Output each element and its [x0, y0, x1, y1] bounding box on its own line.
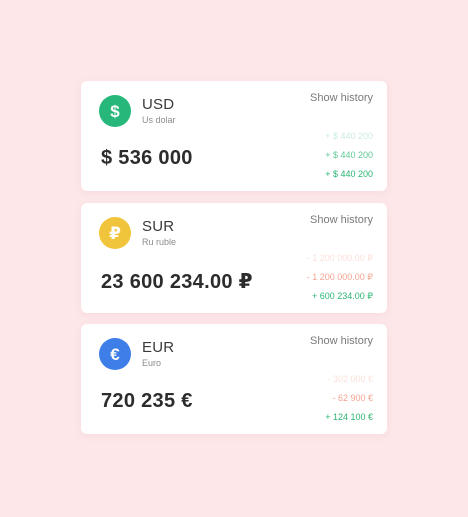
change-item: + 600 234.00 ₽ — [311, 291, 373, 301]
show-history-link[interactable]: Show history — [310, 214, 373, 226]
dollar-icon: $ — [99, 95, 131, 127]
currency-name: Euro — [142, 358, 162, 368]
change-item: - 1 200 000.00 ₽ — [306, 253, 373, 263]
balance-amount: $ 536 000 — [101, 147, 193, 169]
change-item: - 302 000 € — [327, 374, 373, 384]
ruble-icon: ₽ — [99, 217, 131, 249]
currency-card-eur: € EUR Euro Show history 720 235 € - 302 … — [81, 324, 387, 434]
currency-name: Ru ruble — [142, 237, 177, 247]
change-item: - 1 200 000.00 ₽ — [306, 272, 373, 282]
change-item: + $ 440 200 — [325, 169, 373, 179]
currency-card-usd: $ USD Us dolar Show history $ 536 000 + … — [81, 81, 387, 191]
currency-code: SUR — [142, 218, 175, 235]
currency-card-sur: ₽ SUR Ru ruble Show history 23 600 234.0… — [81, 203, 387, 313]
change-item: + $ 440 200 — [325, 131, 373, 141]
currency-code: USD — [142, 96, 175, 113]
recent-changes-list: - 1 200 000.00 ₽ - 1 200 000.00 ₽ + 600 … — [307, 249, 373, 306]
change-item: - 62 900 € — [332, 393, 373, 403]
change-item: + $ 440 200 — [325, 150, 373, 160]
balance-amount: 720 235 € — [101, 390, 193, 412]
euro-icon: € — [99, 338, 131, 370]
show-history-link[interactable]: Show history — [310, 335, 373, 347]
recent-changes-list: - 302 000 € - 62 900 € + 124 100 € — [325, 370, 373, 427]
recent-changes-list: + $ 440 200 + $ 440 200 + $ 440 200 — [325, 127, 373, 184]
balance-amount: 23 600 234.00 ₽ — [101, 271, 253, 293]
show-history-link[interactable]: Show history — [310, 92, 373, 104]
change-item: + 124 100 € — [325, 412, 373, 422]
currency-name: Us dolar — [142, 115, 176, 125]
currency-code: EUR — [142, 339, 175, 356]
